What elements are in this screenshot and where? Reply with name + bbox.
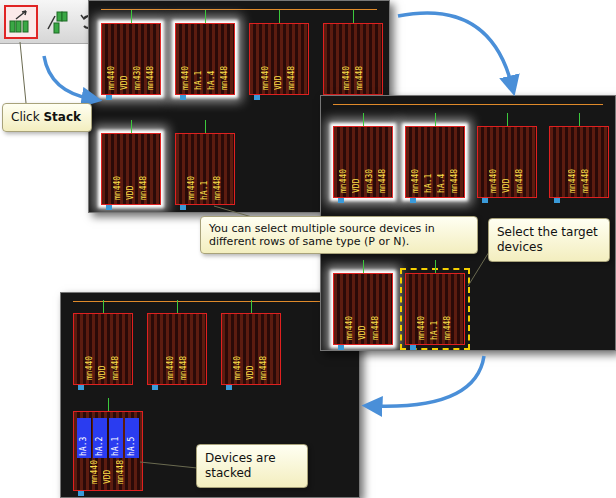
device[interactable]: mn440mn448 <box>323 23 383 95</box>
tutorial-canvas: mn440VDDmn430mn448mn440hA.1hA.4mn448mn44… <box>0 0 616 498</box>
device-label: mn448 <box>581 131 591 193</box>
stack-icon <box>8 9 34 35</box>
device[interactable]: mn440VDDmn448 <box>221 313 281 385</box>
device-label: hA.4 <box>437 131 447 193</box>
device-label: VDD <box>274 28 284 90</box>
device[interactable]: mn440VDDmn448 <box>333 273 393 345</box>
flow-arrow <box>372 356 484 406</box>
device-label: hA.4 <box>207 28 217 90</box>
toolbar <box>0 0 92 44</box>
device-label: mn440 <box>85 318 95 380</box>
device[interactable]: mn440VDDmn430mn448 <box>333 126 393 198</box>
device[interactable]: mn440mn448 <box>549 126 609 198</box>
device-label: hA.1 <box>200 138 210 200</box>
toolbar-button[interactable] <box>42 5 72 39</box>
device-label: mn448 <box>287 28 297 90</box>
stacked-base: mn440VDDmn448 <box>77 460 139 484</box>
device-label: VDD <box>352 131 362 193</box>
device-label: mn440 <box>90 460 100 484</box>
device-label: mn430 <box>365 131 375 193</box>
device-label: mn440 <box>187 138 197 200</box>
device-label: mn440 <box>181 28 191 90</box>
device-label: mn440 <box>411 131 421 193</box>
device-label: hA.1 <box>430 278 440 340</box>
device[interactable]: mn440hA.1hA.4mn448 <box>405 126 465 198</box>
callout-pointer <box>140 462 197 468</box>
device-row: mn440VDDmn430mn448mn440hA.1hA.4mn448mn44… <box>101 23 377 95</box>
device-row: mn440VDDmn448mn440mn448mn440VDDmn448 <box>73 313 347 385</box>
device[interactable]: mn440hA.1mn448 <box>175 133 235 205</box>
device-label: VDD <box>502 131 512 193</box>
device-label: mn448 <box>378 131 388 193</box>
device-label: VDD <box>120 28 130 90</box>
device-label: mn440 <box>233 318 243 380</box>
device-label: mn448 <box>139 138 149 200</box>
device[interactable]: hA.3hA.2hA.1hA.5mn440VDDmn448 <box>73 411 143 491</box>
device-label: mn440 <box>345 278 355 340</box>
device-label: hA.1 <box>424 131 434 193</box>
callout-pointer <box>20 42 26 103</box>
flow-arrow <box>44 56 92 99</box>
device-label: hA.1 <box>194 28 204 90</box>
power-rail <box>101 9 377 10</box>
power-rail <box>333 104 603 105</box>
device[interactable]: mn440VDDmn448 <box>101 133 161 205</box>
device-row: mn440VDDmn430mn448mn440hA.1hA.4mn448mn44… <box>333 126 603 198</box>
stacked-fingers: hA.3hA.2hA.1hA.5 <box>77 418 139 458</box>
device[interactable]: mn440VDDmn430mn448 <box>101 23 161 95</box>
device-label: mn440 <box>113 138 123 200</box>
device-label: mn448 <box>515 131 525 193</box>
device-label: mn448 <box>371 278 381 340</box>
callout: Select the target devices <box>488 218 610 262</box>
device-label: mn430 <box>133 28 143 90</box>
device-label: mn440 <box>339 131 349 193</box>
device-label: mn440 <box>489 131 499 193</box>
device-label: mn440 <box>261 28 271 90</box>
device-label: VDD <box>246 318 256 380</box>
device-label: mn448 <box>355 28 365 90</box>
device-label: mn448 <box>116 460 126 484</box>
device-label: mn440 <box>568 131 578 193</box>
device-label: mn448 <box>443 278 453 340</box>
callout-pointer <box>468 252 489 286</box>
device-label: mn448 <box>259 318 269 380</box>
device-label: hA.2 <box>93 418 107 458</box>
callout: You can select multiple source devices i… <box>200 216 478 254</box>
device-label: mn440 <box>417 278 427 340</box>
device[interactable]: mn440VDDmn448 <box>477 126 537 198</box>
device-row: mn440VDDmn448mn440hA.1mn448 <box>333 273 603 345</box>
device-label: VDD <box>103 460 113 484</box>
device-label: mn448 <box>213 138 223 200</box>
device-label: hA.3 <box>77 418 91 458</box>
device[interactable]: mn440hA.1hA.4mn448 <box>175 23 235 95</box>
flow-arrow <box>398 13 512 86</box>
device-label: VDD <box>98 318 108 380</box>
device-label: mn448 <box>179 318 189 380</box>
device[interactable]: mn440VDDmn448 <box>73 313 133 385</box>
device-label: VDD <box>358 278 368 340</box>
device-label: mn448 <box>450 131 460 193</box>
device-label: mn448 <box>111 318 121 380</box>
device-label: mn440 <box>107 28 117 90</box>
device[interactable]: mn440mn448 <box>147 313 207 385</box>
power-rail <box>73 301 347 302</box>
device-label: hA.1 <box>109 418 123 458</box>
device-label: hA.5 <box>125 418 139 458</box>
callout: Click Stack <box>2 103 92 132</box>
unstack-icon <box>46 9 68 35</box>
device-label: mn448 <box>146 28 156 90</box>
device-label: mn448 <box>220 28 230 90</box>
device-label: VDD <box>126 138 136 200</box>
device-label: mn440 <box>166 318 176 380</box>
callout: Devices are stacked <box>196 444 308 488</box>
device-label: mn440 <box>342 28 352 90</box>
device[interactable]: mn440hA.1mn448 <box>405 273 465 345</box>
device[interactable]: mn440VDDmn448 <box>249 23 309 95</box>
toolbar-button[interactable] <box>4 5 38 39</box>
